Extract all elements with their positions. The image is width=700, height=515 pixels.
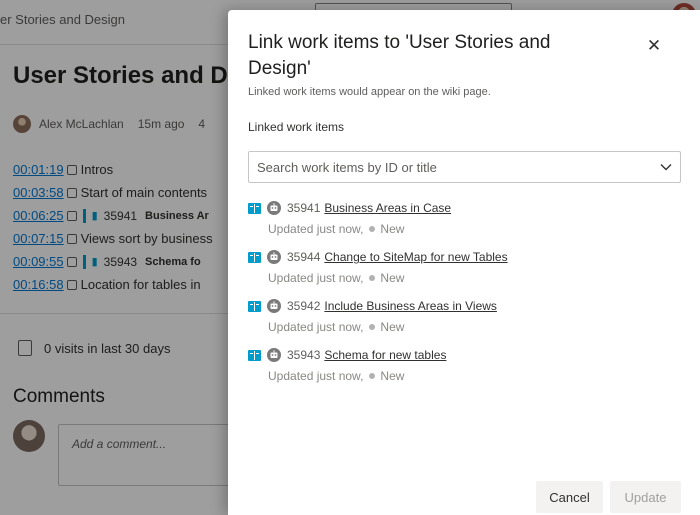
user-story-icon [248,349,261,361]
robot-avatar-icon [267,250,281,264]
linked-work-items-list: 35941 Business Areas in Case Updated jus… [248,197,508,393]
work-item: 35943 Schema for new tables Updated just… [248,344,508,393]
chevron-down-icon[interactable] [652,152,680,182]
work-item-state: New [380,222,405,236]
panel-title: Link work items to 'User Stories and Des… [248,32,551,79]
linked-items-label: Linked work items [248,120,345,134]
robot-avatar-icon [267,299,281,313]
robot-avatar-icon [267,201,281,215]
state-dot-icon [369,275,376,281]
work-item-updated: Updated just now, [268,369,364,383]
update-button[interactable]: Update [610,481,681,513]
work-item-title-link[interactable]: Business Areas in Case [324,201,451,215]
panel-subtitle: Linked work items would appear on the wi… [248,86,491,98]
search-input[interactable]: Search work items by ID or title [257,160,652,175]
work-item-updated: Updated just now, [268,320,364,334]
work-item-updated: Updated just now, [268,271,364,285]
work-item-id: 35943 [287,348,321,362]
cancel-button[interactable]: Cancel [536,481,603,513]
work-item: 35944 Change to SiteMap for new Tables U… [248,246,508,295]
link-work-items-panel: Link work items to 'User Stories and Des… [228,10,700,515]
work-item-state: New [380,369,405,383]
work-item-id: 35942 [287,299,321,313]
work-item-state: New [380,271,405,285]
close-icon[interactable]: ✕ [642,34,666,58]
work-item: 35941 Business Areas in Case Updated jus… [248,197,508,246]
user-story-icon [248,300,261,312]
user-story-icon [248,202,261,214]
user-story-icon [248,251,261,263]
work-item-search[interactable]: Search work items by ID or title [248,151,681,183]
work-item-title-link[interactable]: Schema for new tables [324,348,446,362]
work-item-id: 35944 [287,250,321,264]
work-item-updated: Updated just now, [268,222,364,236]
work-item-title-link[interactable]: Change to SiteMap for new Tables [324,250,507,264]
work-item-state: New [380,320,405,334]
state-dot-icon [369,324,376,330]
work-item: 35942 Include Business Areas in Views Up… [248,295,508,344]
work-item-id: 35941 [287,201,321,215]
robot-avatar-icon [267,348,281,362]
work-item-title-link[interactable]: Include Business Areas in Views [324,299,497,313]
state-dot-icon [369,373,376,379]
state-dot-icon [369,226,376,232]
